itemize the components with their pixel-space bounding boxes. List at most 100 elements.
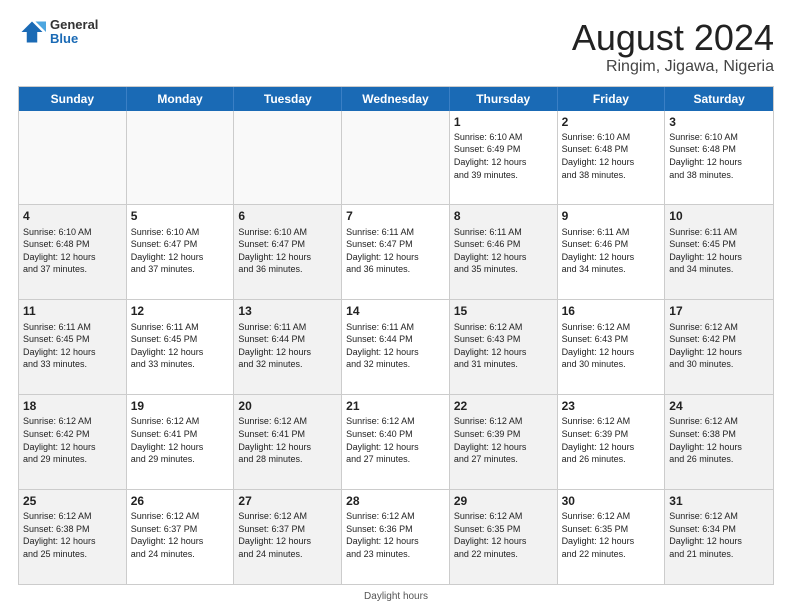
day-number: 4 xyxy=(23,208,122,224)
calendar-weekday-tuesday: Tuesday xyxy=(234,87,342,111)
calendar-cell-17: 17Sunrise: 6:12 AM Sunset: 6:42 PM Dayli… xyxy=(665,300,773,394)
day-number: 7 xyxy=(346,208,445,224)
day-info: Sunrise: 6:12 AM Sunset: 6:43 PM Dayligh… xyxy=(562,321,661,371)
day-info: Sunrise: 6:10 AM Sunset: 6:49 PM Dayligh… xyxy=(454,131,553,181)
footer-text: Daylight hours xyxy=(364,591,428,602)
calendar-cell-30: 30Sunrise: 6:12 AM Sunset: 6:35 PM Dayli… xyxy=(558,490,666,584)
calendar-cell-12: 12 Sunrise: 6:11 AM Sunset: 6:45 PM Dayli… xyxy=(127,300,235,394)
calendar-cell-6: 6 Sunrise: 6:10 AM Sunset: 6:47 PM Daylig… xyxy=(234,205,342,299)
day-info: Sunrise: 6:12 AM Sunset: 6:43 PM Dayligh… xyxy=(454,321,553,371)
day-number: 19 xyxy=(131,398,230,414)
day-info: Sunrise: 6:11 AM Sunset: 6:45 PM Dayligh… xyxy=(669,226,769,276)
calendar-weekday-sunday: Sunday xyxy=(19,87,127,111)
day-info: Sunrise: 6:12 AM Sunset: 6:41 PM Dayligh… xyxy=(238,415,337,465)
page: General Blue August 2024 Ringim, Jigawa,… xyxy=(0,0,792,612)
calendar-row-1: 4Sunrise: 6:10 AM Sunset: 6:48 PM Daylig… xyxy=(19,205,773,300)
day-number: 8 xyxy=(454,208,553,224)
calendar: SundayMondayTuesdayWednesdayThursdayFrid… xyxy=(18,86,774,585)
calendar-weekday-friday: Friday xyxy=(558,87,666,111)
day-info: Sunrise: 6:10 AM Sunset: 6:47 PM Dayligh… xyxy=(131,226,230,276)
calendar-cell-26: 26Sunrise: 6:12 AM Sunset: 6:37 PM Dayli… xyxy=(127,490,235,584)
day-number: 18 xyxy=(23,398,122,414)
day-number: 14 xyxy=(346,303,445,319)
calendar-cell-3: 3Sunrise: 6:10 AM Sunset: 6:48 PM Daylig… xyxy=(665,111,773,205)
day-number: 26 xyxy=(131,493,230,509)
day-number: 22 xyxy=(454,398,553,414)
day-number: 6 xyxy=(238,208,337,224)
day-number: 2 xyxy=(562,114,661,130)
calendar-cell-28: 28Sunrise: 6:12 AM Sunset: 6:36 PM Dayli… xyxy=(342,490,450,584)
day-number: 27 xyxy=(238,493,337,509)
calendar-cell-21: 21Sunrise: 6:12 AM Sunset: 6:40 PM Dayli… xyxy=(342,395,450,489)
day-number: 30 xyxy=(562,493,661,509)
day-info: Sunrise: 6:12 AM Sunset: 6:39 PM Dayligh… xyxy=(454,415,553,465)
day-info: Sunrise: 6:12 AM Sunset: 6:38 PM Dayligh… xyxy=(669,415,769,465)
logo-general-text: General xyxy=(50,18,98,32)
day-number: 25 xyxy=(23,493,122,509)
calendar-cell-14: 14 Sunrise: 6:11 AM Sunset: 6:44 PM Dayli… xyxy=(342,300,450,394)
day-number: 1 xyxy=(454,114,553,130)
day-number: 11 xyxy=(23,303,122,319)
day-info: Sunrise: 6:12 AM Sunset: 6:37 PM Dayligh… xyxy=(131,510,230,560)
day-number: 20 xyxy=(238,398,337,414)
day-number: 5 xyxy=(131,208,230,224)
day-number: 10 xyxy=(669,208,769,224)
calendar-cell-9: 9 Sunrise: 6:11 AM Sunset: 6:46 PM Daylig… xyxy=(558,205,666,299)
page-title: August 2024 xyxy=(572,18,774,58)
calendar-cell-24: 24Sunrise: 6:12 AM Sunset: 6:38 PM Dayli… xyxy=(665,395,773,489)
day-number: 12 xyxy=(131,303,230,319)
calendar-row-0: 1Sunrise: 6:10 AM Sunset: 6:49 PM Daylig… xyxy=(19,111,773,206)
calendar-row-4: 25Sunrise: 6:12 AM Sunset: 6:38 PM Dayli… xyxy=(19,490,773,584)
day-info: Sunrise: 6:12 AM Sunset: 6:38 PM Dayligh… xyxy=(23,510,122,560)
day-number: 21 xyxy=(346,398,445,414)
calendar-weekday-thursday: Thursday xyxy=(450,87,558,111)
day-number: 13 xyxy=(238,303,337,319)
calendar-cell-22: 22Sunrise: 6:12 AM Sunset: 6:39 PM Dayli… xyxy=(450,395,558,489)
day-number: 23 xyxy=(562,398,661,414)
calendar-cell-25: 25Sunrise: 6:12 AM Sunset: 6:38 PM Dayli… xyxy=(19,490,127,584)
calendar-cell-7: 7 Sunrise: 6:11 AM Sunset: 6:47 PM Daylig… xyxy=(342,205,450,299)
calendar-cell-5: 5 Sunrise: 6:10 AM Sunset: 6:47 PM Daylig… xyxy=(127,205,235,299)
day-info: Sunrise: 6:10 AM Sunset: 6:48 PM Dayligh… xyxy=(669,131,769,181)
day-info: Sunrise: 6:12 AM Sunset: 6:34 PM Dayligh… xyxy=(669,510,769,560)
day-info: Sunrise: 6:11 AM Sunset: 6:47 PM Dayligh… xyxy=(346,226,445,276)
day-number: 29 xyxy=(454,493,553,509)
day-info: Sunrise: 6:11 AM Sunset: 6:45 PM Dayligh… xyxy=(131,321,230,371)
calendar-cell-empty-0-0 xyxy=(19,111,127,205)
day-info: Sunrise: 6:12 AM Sunset: 6:39 PM Dayligh… xyxy=(562,415,661,465)
calendar-cell-empty-0-1 xyxy=(127,111,235,205)
day-number: 3 xyxy=(669,114,769,130)
calendar-cell-20: 20Sunrise: 6:12 AM Sunset: 6:41 PM Dayli… xyxy=(234,395,342,489)
day-number: 16 xyxy=(562,303,661,319)
day-info: Sunrise: 6:12 AM Sunset: 6:40 PM Dayligh… xyxy=(346,415,445,465)
day-info: Sunrise: 6:11 AM Sunset: 6:44 PM Dayligh… xyxy=(346,321,445,371)
calendar-cell-15: 15Sunrise: 6:12 AM Sunset: 6:43 PM Dayli… xyxy=(450,300,558,394)
day-info: Sunrise: 6:11 AM Sunset: 6:46 PM Dayligh… xyxy=(562,226,661,276)
calendar-cell-27: 27Sunrise: 6:12 AM Sunset: 6:37 PM Dayli… xyxy=(234,490,342,584)
logo-text: General Blue xyxy=(50,18,98,47)
calendar-cell-10: 10 Sunrise: 6:11 AM Sunset: 6:45 PM Dayli… xyxy=(665,205,773,299)
calendar-row-2: 11 Sunrise: 6:11 AM Sunset: 6:45 PM Dayli… xyxy=(19,300,773,395)
calendar-cell-empty-0-2 xyxy=(234,111,342,205)
calendar-cell-4: 4Sunrise: 6:10 AM Sunset: 6:48 PM Daylig… xyxy=(19,205,127,299)
day-info: Sunrise: 6:12 AM Sunset: 6:35 PM Dayligh… xyxy=(562,510,661,560)
day-number: 24 xyxy=(669,398,769,414)
calendar-cell-empty-0-3 xyxy=(342,111,450,205)
calendar-cell-29: 29Sunrise: 6:12 AM Sunset: 6:35 PM Dayli… xyxy=(450,490,558,584)
day-info: Sunrise: 6:11 AM Sunset: 6:45 PM Dayligh… xyxy=(23,321,122,371)
day-info: Sunrise: 6:12 AM Sunset: 6:36 PM Dayligh… xyxy=(346,510,445,560)
day-info: Sunrise: 6:12 AM Sunset: 6:41 PM Dayligh… xyxy=(131,415,230,465)
calendar-cell-13: 13Sunrise: 6:11 AM Sunset: 6:44 PM Dayli… xyxy=(234,300,342,394)
day-info: Sunrise: 6:12 AM Sunset: 6:42 PM Dayligh… xyxy=(23,415,122,465)
calendar-weekday-monday: Monday xyxy=(127,87,235,111)
day-number: 9 xyxy=(562,208,661,224)
footer: Daylight hours xyxy=(18,591,774,602)
day-number: 28 xyxy=(346,493,445,509)
calendar-cell-2: 2Sunrise: 6:10 AM Sunset: 6:48 PM Daylig… xyxy=(558,111,666,205)
calendar-cell-8: 8Sunrise: 6:11 AM Sunset: 6:46 PM Daylig… xyxy=(450,205,558,299)
calendar-weekday-wednesday: Wednesday xyxy=(342,87,450,111)
calendar-weekday-saturday: Saturday xyxy=(665,87,773,111)
day-number: 17 xyxy=(669,303,769,319)
day-info: Sunrise: 6:10 AM Sunset: 6:47 PM Dayligh… xyxy=(238,226,337,276)
calendar-cell-23: 23Sunrise: 6:12 AM Sunset: 6:39 PM Dayli… xyxy=(558,395,666,489)
